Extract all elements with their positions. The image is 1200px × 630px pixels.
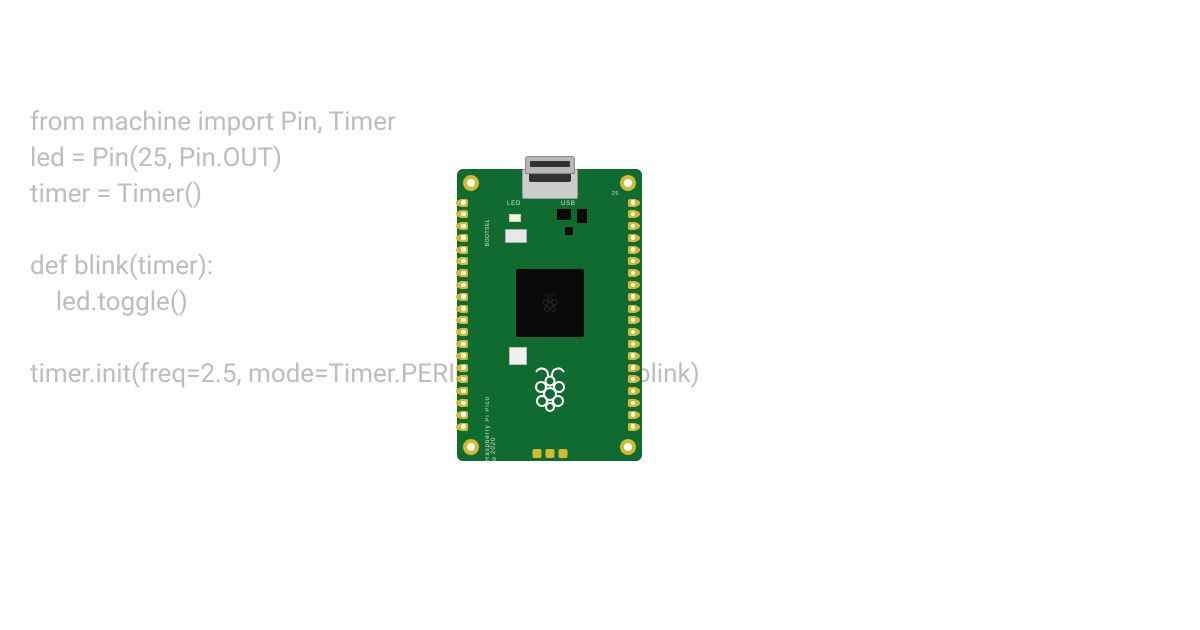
- mounting-hole-top-right: [620, 175, 636, 191]
- label-copyright: Raspberry Pi Pico ©2020: [485, 369, 497, 461]
- gpio-pin: [626, 409, 637, 420]
- gpio-pin: [626, 374, 637, 385]
- raspberry-pi-chip-logo-icon: [537, 290, 563, 316]
- gpio-pin: [626, 303, 637, 314]
- rp2040-chip: [516, 269, 584, 337]
- gpio-pin: [626, 339, 637, 350]
- gpio-pin: [459, 339, 470, 350]
- capacitor: [565, 227, 573, 235]
- gpio-pin: [626, 362, 637, 373]
- code-line: led.toggle(): [30, 287, 188, 317]
- gpio-pin: [626, 256, 637, 267]
- mounting-hole-bottom-left: [463, 439, 479, 455]
- gpio-pin: [459, 268, 470, 279]
- gpio-pin: [459, 350, 470, 361]
- debug-pad: [558, 449, 567, 458]
- capacitor: [557, 209, 571, 220]
- gpio-pin: [459, 386, 470, 397]
- mounting-hole-top-left: [463, 175, 479, 191]
- capacitor: [577, 209, 587, 223]
- gpio-pin: [459, 209, 470, 220]
- gpio-pin: [626, 197, 637, 208]
- usb-connector-external: [525, 156, 575, 174]
- mounting-hole-bottom-right: [620, 439, 636, 455]
- debug-pad: [532, 449, 541, 458]
- gpio-pin: [459, 303, 470, 314]
- gpio-pin: [459, 327, 470, 338]
- gpio-pin: [626, 209, 637, 220]
- gpio-pins-left: [459, 197, 473, 432]
- gpio-pin: [459, 374, 470, 385]
- gpio-pin: [626, 232, 637, 243]
- gpio-pin: [626, 280, 637, 291]
- label-pin-25: 25: [612, 191, 619, 197]
- code-line: led = Pin(25, Pin.OUT): [30, 143, 282, 173]
- gpio-pin: [626, 421, 637, 432]
- gpio-pin: [459, 421, 470, 432]
- label-bootsel: BOOTSEL: [485, 219, 491, 246]
- onboard-led: [509, 214, 521, 222]
- gpio-pin: [459, 315, 470, 326]
- gpio-pin: [459, 280, 470, 291]
- gpio-pin: [459, 398, 470, 409]
- gpio-pin: [626, 350, 637, 361]
- gpio-pin: [459, 291, 470, 302]
- code-line: from machine import Pin, Timer: [30, 107, 396, 137]
- gpio-pin: [459, 232, 470, 243]
- gpio-pin: [626, 291, 637, 302]
- gpio-pin: [459, 221, 470, 232]
- gpio-pin: [459, 256, 470, 267]
- raspberry-pi-pico-board: LED USB 25 BOOTSEL Raspberry Pi Pico ©20…: [457, 156, 642, 461]
- gpio-pin: [626, 244, 637, 255]
- code-line: def blink(timer):: [30, 251, 213, 281]
- usb-slot: [530, 161, 570, 167]
- gpio-pin: [626, 398, 637, 409]
- label-usb: USB: [561, 201, 576, 207]
- label-led: LED: [507, 201, 521, 207]
- gpio-pin: [626, 221, 637, 232]
- flash-memory-chip: [509, 347, 527, 365]
- gpio-pin: [626, 386, 637, 397]
- gpio-pin: [459, 409, 470, 420]
- gpio-pins-right: [626, 197, 640, 432]
- code-line: timer = Timer(): [30, 179, 202, 209]
- bootsel-button: [505, 229, 527, 243]
- gpio-pin: [626, 327, 637, 338]
- gpio-pin: [626, 268, 637, 279]
- gpio-pin: [459, 244, 470, 255]
- pcb-board: LED USB 25 BOOTSEL Raspberry Pi Pico ©20…: [457, 169, 642, 461]
- gpio-pin: [459, 197, 470, 208]
- gpio-pin: [626, 315, 637, 326]
- debug-pad: [545, 449, 554, 458]
- gpio-pin: [459, 362, 470, 373]
- raspberry-pi-logo-icon: [529, 364, 571, 414]
- debug-pads: [532, 449, 567, 458]
